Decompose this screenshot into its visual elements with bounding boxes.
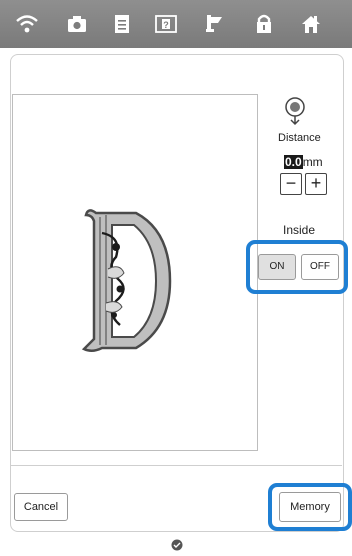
embroidery-preview bbox=[12, 94, 258, 451]
distance-label: Distance bbox=[278, 132, 321, 144]
distance-number: 0.0 bbox=[284, 155, 303, 169]
distance-minus-button[interactable]: − bbox=[280, 173, 302, 195]
camera-icon[interactable] bbox=[65, 13, 89, 35]
border-distance-icon bbox=[282, 96, 308, 126]
document-icon[interactable] bbox=[110, 13, 134, 35]
distance-value: 0.0mm bbox=[284, 155, 323, 169]
inside-off-button[interactable]: OFF bbox=[301, 254, 339, 280]
help-icon[interactable]: ? bbox=[154, 13, 178, 35]
inside-label: Inside bbox=[283, 223, 316, 237]
distance-unit: mm bbox=[302, 155, 323, 169]
top-toolbar: ? bbox=[0, 0, 352, 48]
cancel-button[interactable]: Cancel bbox=[14, 493, 68, 521]
memory-button[interactable]: Memory bbox=[279, 492, 341, 522]
home-icon[interactable] bbox=[299, 13, 323, 35]
lock-icon[interactable] bbox=[252, 13, 276, 35]
svg-text:?: ? bbox=[163, 20, 169, 30]
wifi-icon[interactable] bbox=[15, 13, 39, 35]
machine-status-icon bbox=[171, 538, 183, 551]
letter-d-embroidery-icon bbox=[81, 209, 172, 352]
footer-divider bbox=[10, 465, 342, 466]
embroidery-foot-icon[interactable] bbox=[202, 13, 226, 35]
distance-plus-button[interactable]: + bbox=[305, 173, 327, 195]
inside-on-button[interactable]: ON bbox=[258, 254, 296, 280]
